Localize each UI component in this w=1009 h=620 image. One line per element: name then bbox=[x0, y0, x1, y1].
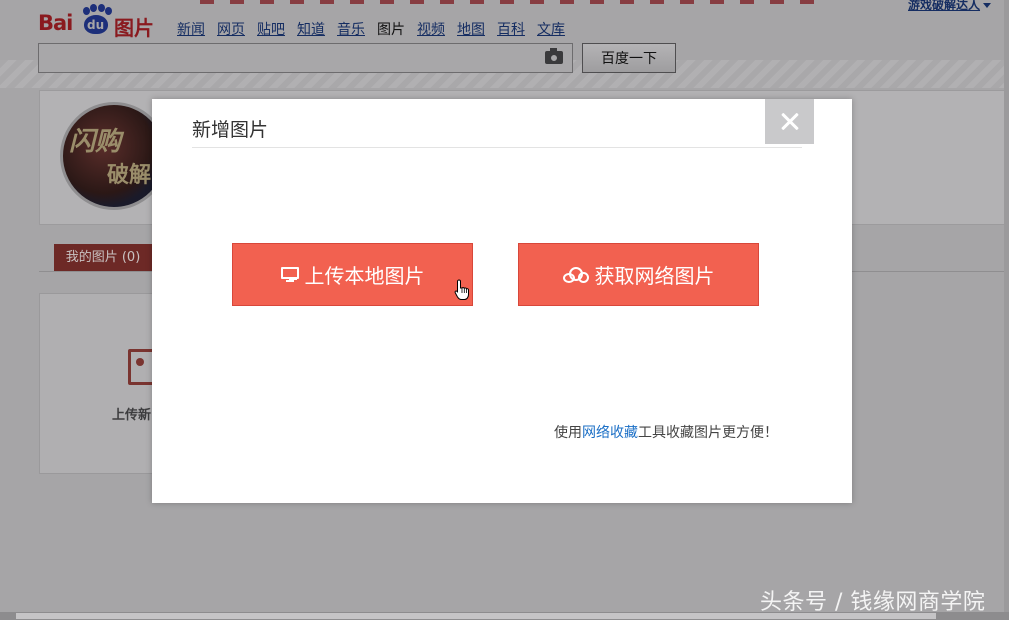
paw-icon: du bbox=[79, 4, 113, 36]
close-button[interactable] bbox=[765, 99, 814, 144]
footer-suffix: 工具收藏图片更方便！ bbox=[638, 425, 778, 441]
top-nav: 新闻 网页 贴吧 知道 音乐 图片 视频 地图 百科 文库 bbox=[177, 19, 565, 39]
fetch-web-image-label: 获取网络图片 bbox=[594, 264, 715, 288]
nav-item-wenku[interactable]: 文库 bbox=[537, 19, 565, 39]
avatar-art: 闪购 bbox=[69, 127, 122, 157]
camera-icon[interactable] bbox=[545, 48, 563, 64]
nav-item-web[interactable]: 网页 bbox=[217, 19, 245, 39]
upload-local-image-label: 上传本地图片 bbox=[304, 264, 425, 288]
chevron-down-icon bbox=[983, 3, 992, 8]
search-input[interactable] bbox=[38, 43, 573, 73]
search-button[interactable]: 百度一下 bbox=[582, 43, 676, 73]
cloud-icon bbox=[562, 266, 589, 283]
logo-tupian-text: 图片 bbox=[114, 16, 154, 40]
nav-item-music[interactable]: 音乐 bbox=[337, 19, 365, 39]
baidu-logo[interactable]: Bai du 图片 bbox=[38, 2, 163, 40]
nav-item-video[interactable]: 视频 bbox=[417, 19, 445, 39]
vertical-scrollbar[interactable] bbox=[1004, 0, 1009, 612]
upload-card-label: 上传新 bbox=[112, 408, 152, 423]
red-handwriting-decoration bbox=[200, 0, 820, 4]
nav-item-baike[interactable]: 百科 bbox=[497, 19, 525, 39]
logo-bai-text: Bai bbox=[38, 11, 73, 35]
footer-prefix: 使用 bbox=[554, 425, 582, 441]
add-image-dialog: 新增图片 上传本地图片 获取网络图片 使用网络收藏工具收藏图片更方便！ bbox=[152, 99, 852, 503]
monitor-icon bbox=[280, 266, 299, 283]
avatar-art-2: 破解 bbox=[107, 163, 152, 188]
watermark: 头条号 / 钱缘网商学院 bbox=[760, 590, 986, 615]
header: Bai du 图片 新闻 网页 贴吧 知道 音乐 图片 视频 地图 百科 文库 … bbox=[0, 0, 1009, 88]
tab-my-images[interactable]: 我的图片 (0) bbox=[54, 244, 152, 271]
nav-item-news[interactable]: 新闻 bbox=[177, 19, 205, 39]
upload-card[interactable]: 上传新 bbox=[39, 293, 157, 474]
dialog-divider bbox=[192, 147, 802, 148]
dialog-title: 新增图片 bbox=[192, 119, 269, 141]
fetch-web-image-button[interactable]: 获取网络图片 bbox=[518, 243, 759, 306]
user-menu[interactable]: 游戏破解达人 bbox=[908, 0, 992, 13]
nav-item-map[interactable]: 地图 bbox=[457, 19, 485, 39]
dialog-footer-note: 使用网络收藏工具收藏图片更方便！ bbox=[554, 422, 778, 442]
hand-pointer-icon bbox=[454, 279, 470, 301]
upload-local-image-button[interactable]: 上传本地图片 bbox=[232, 243, 473, 306]
user-name: 游戏破解达人 bbox=[908, 0, 981, 12]
logo-du-text: du bbox=[87, 18, 105, 32]
web-collect-link[interactable]: 网络收藏 bbox=[582, 425, 638, 441]
nav-item-images[interactable]: 图片 bbox=[377, 19, 405, 39]
nav-item-zhidao[interactable]: 知道 bbox=[297, 19, 325, 39]
nav-item-tieba[interactable]: 贴吧 bbox=[257, 19, 285, 39]
